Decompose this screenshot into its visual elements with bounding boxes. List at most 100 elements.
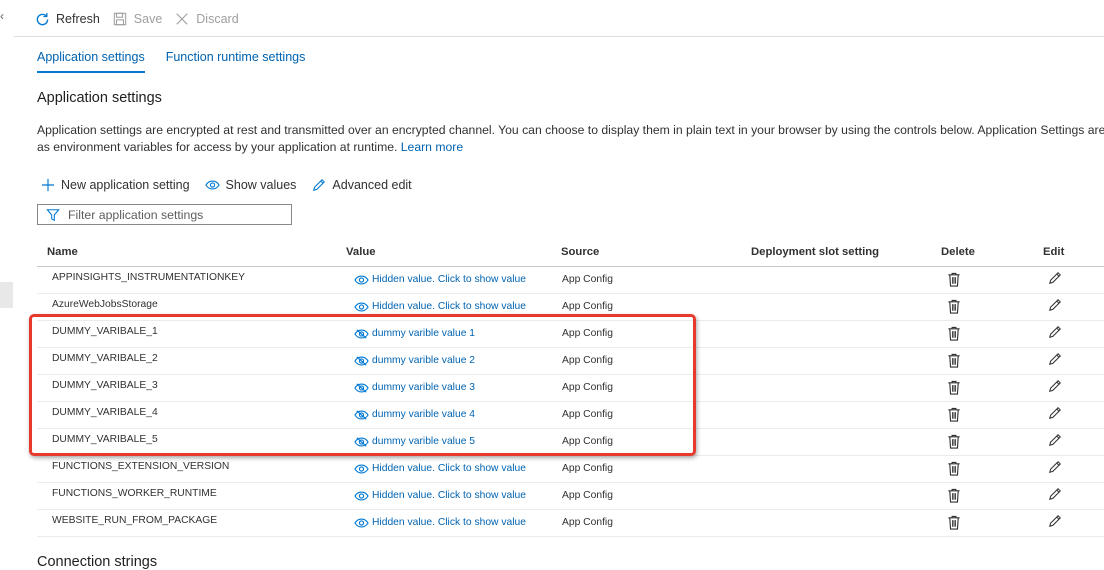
filter-box: [37, 204, 292, 225]
setting-value-text: Hidden value. Click to show value: [372, 301, 526, 312]
setting-value-text: dummy varible value 4: [372, 409, 476, 420]
setting-source: App Config: [562, 436, 613, 447]
collapse-panel-icon[interactable]: ‹: [0, 9, 4, 23]
eye-slash-icon: [354, 382, 369, 393]
setting-value[interactable]: Hidden value. Click to show value: [354, 301, 526, 312]
table-row: DUMMY_VARIBALE_2 dummy varible value 2 App…: [37, 348, 1104, 375]
table-row: DUMMY_VARIBALE_1 dummy varible value 1 App…: [37, 321, 1104, 348]
setting-value-text: Hidden value. Click to show value: [372, 490, 526, 501]
trash-icon[interactable]: [947, 272, 963, 288]
table-row: APPINSIGHTS_INSTRUMENTATIONKEY Hidden val…: [37, 267, 1104, 294]
header-value[interactable]: Value: [346, 246, 376, 258]
settings-toolbar: New application setting Show values Adva…: [40, 177, 427, 193]
setting-value[interactable]: dummy varible value 2: [354, 355, 475, 366]
show-values-label: Show values: [225, 178, 297, 192]
refresh-icon: [34, 11, 50, 27]
save-label: Save: [133, 12, 163, 26]
eye-slash-icon: [354, 436, 369, 447]
pencil-icon[interactable]: [1048, 352, 1064, 368]
setting-value[interactable]: Hidden value. Click to show value: [354, 517, 526, 528]
setting-name: DUMMY_VARIBALE_3: [52, 380, 158, 391]
discard-button[interactable]: Discard: [168, 5, 244, 33]
pencil-icon[interactable]: [1048, 271, 1064, 287]
description-line-1: Application settings are encrypted at re…: [37, 123, 1104, 137]
header-name[interactable]: Name: [47, 246, 78, 258]
tab-application-settings[interactable]: Application settings: [37, 50, 145, 73]
table-row: DUMMY_VARIBALE_4 dummy varible value 4 App…: [37, 402, 1104, 429]
setting-name: WEBSITE_RUN_FROM_PACKAGE: [52, 515, 218, 526]
setting-value[interactable]: dummy varible value 1: [354, 328, 475, 339]
trash-icon[interactable]: [947, 326, 963, 342]
save-button[interactable]: Save: [106, 5, 169, 33]
trash-icon[interactable]: [947, 407, 963, 423]
header-deployment-slot-setting[interactable]: Deployment slot setting: [751, 246, 879, 258]
tab-function-runtime-settings[interactable]: Function runtime settings: [166, 50, 306, 73]
eye-icon: [354, 490, 369, 501]
command-bar-divider: [14, 36, 1104, 37]
setting-value-text: Hidden value. Click to show value: [372, 463, 526, 474]
pencil-icon[interactable]: [1048, 406, 1064, 422]
trash-icon[interactable]: [947, 515, 963, 531]
setting-name: DUMMY_VARIBALE_1: [52, 326, 158, 337]
table-body: APPINSIGHTS_INSTRUMENTATIONKEY Hidden val…: [37, 267, 1104, 537]
pencil-icon[interactable]: [1048, 460, 1064, 476]
header-source[interactable]: Source: [561, 246, 599, 258]
setting-name: DUMMY_VARIBALE_5: [52, 434, 158, 445]
pencil-icon[interactable]: [1048, 514, 1064, 530]
trash-icon[interactable]: [947, 380, 963, 396]
application-settings-table: Name Value Source Deployment slot settin…: [37, 240, 1104, 537]
setting-value[interactable]: Hidden value. Click to show value: [354, 490, 526, 501]
setting-name: DUMMY_VARIBALE_4: [52, 407, 158, 418]
table-row: AzureWebJobsStorage Hidden value. Click t…: [37, 294, 1104, 321]
table-header-row: Name Value Source Deployment slot settin…: [37, 240, 1104, 267]
side-panel-strip: [0, 282, 13, 308]
show-values-button[interactable]: Show values: [205, 177, 297, 193]
setting-name: DUMMY_VARIBALE_2: [52, 353, 158, 364]
filter-icon: [46, 208, 60, 222]
advanced-edit-button[interactable]: Advanced edit: [311, 177, 412, 193]
discard-label: Discard: [196, 12, 239, 26]
trash-icon[interactable]: [947, 299, 963, 315]
header-edit: Edit: [1043, 246, 1065, 258]
learn-more-link[interactable]: Learn more: [401, 140, 463, 154]
setting-value[interactable]: dummy varible value 3: [354, 382, 475, 393]
trash-icon[interactable]: [947, 434, 963, 450]
trash-icon[interactable]: [947, 488, 963, 504]
setting-name: FUNCTIONS_EXTENSION_VERSION: [52, 461, 230, 472]
eye-icon: [354, 274, 369, 285]
setting-value[interactable]: dummy varible value 4: [354, 409, 475, 420]
close-icon: [174, 11, 190, 27]
table-row: DUMMY_VARIBALE_5 dummy varible value 5 App…: [37, 429, 1104, 456]
save-icon: [112, 11, 128, 27]
pencil-icon[interactable]: [1048, 487, 1064, 503]
pencil-icon[interactable]: [1048, 325, 1064, 341]
setting-name: FUNCTIONS_WORKER_RUNTIME: [52, 488, 217, 499]
refresh-button[interactable]: Refresh: [28, 5, 106, 33]
setting-value-text: dummy varible value 3: [372, 382, 476, 393]
setting-value-text: Hidden value. Click to show value: [372, 517, 526, 528]
setting-value[interactable]: Hidden value. Click to show value: [354, 463, 526, 474]
new-application-setting-button[interactable]: New application setting: [40, 177, 190, 193]
setting-source: App Config: [562, 490, 613, 501]
setting-name: APPINSIGHTS_INSTRUMENTATIONKEY: [52, 272, 245, 283]
pencil-icon[interactable]: [1048, 433, 1064, 449]
setting-value[interactable]: dummy varible value 5: [354, 436, 475, 447]
description-line-2: as environment variables for access by y…: [37, 139, 1104, 156]
setting-source: App Config: [562, 517, 613, 528]
eye-slash-icon: [354, 409, 369, 420]
eye-icon: [354, 463, 369, 474]
description-line-2-text: as environment variables for access by y…: [37, 140, 398, 154]
eye-icon: [205, 177, 221, 193]
eye-slash-icon: [354, 355, 369, 366]
table-row: DUMMY_VARIBALE_3 dummy varible value 3 App…: [37, 375, 1104, 402]
trash-icon[interactable]: [947, 353, 963, 369]
command-bar: Refresh Save Discard: [28, 5, 245, 33]
setting-source: App Config: [562, 301, 613, 312]
setting-source: App Config: [562, 463, 613, 474]
setting-value[interactable]: Hidden value. Click to show value: [354, 274, 526, 285]
filter-input[interactable]: [68, 207, 268, 222]
pencil-icon[interactable]: [1048, 298, 1064, 314]
pencil-icon[interactable]: [1048, 379, 1064, 395]
setting-value-text: dummy varible value 5: [372, 436, 476, 447]
trash-icon[interactable]: [947, 461, 963, 477]
